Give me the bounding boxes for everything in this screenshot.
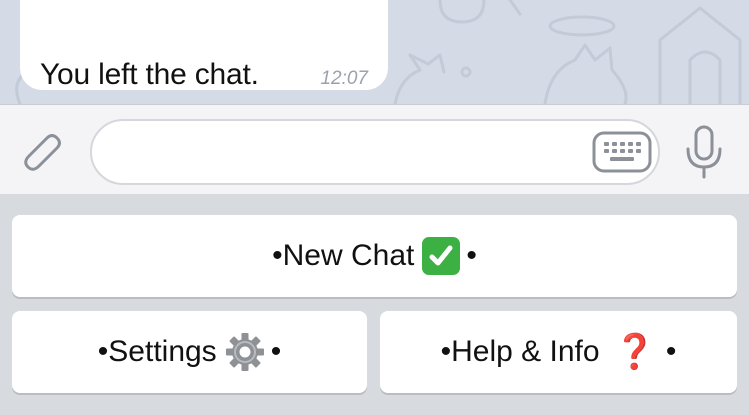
new-chat-suffix: • [466,239,477,272]
new-chat-button[interactable]: •New Chat • [12,215,737,297]
settings-suffix: • [270,335,282,368]
chat-screen: You left the chat. 12:07 •New Chat • •Se… [0,0,749,415]
settings-label: •Settings [97,335,217,368]
help-info-label: •Help & Info [440,335,600,368]
check-mark-button-icon [422,237,461,275]
message-list[interactable]: You left the chat. 12:07 [0,0,749,104]
gear-icon [225,333,264,371]
paperclip-icon[interactable] [20,129,66,175]
question-mark-icon: ❓ [613,333,656,371]
keyboard-icon[interactable] [592,131,652,173]
bot-reply-keyboard: •New Chat • •Settings • •Help & Info ❓ • [0,194,749,415]
composer-bar [0,104,749,194]
help-info-suffix: • [665,335,677,368]
microphone-icon[interactable] [684,125,724,179]
message-bubble[interactable]: You left the chat. 12:07 [20,0,388,91]
settings-button[interactable]: •Settings • [12,311,367,393]
new-chat-label: •New Chat [272,239,415,272]
message-input[interactable] [90,119,660,185]
message-time: 12:07 [320,68,368,89]
help-info-button[interactable]: •Help & Info ❓ • [380,311,737,393]
message-text: You left the chat. [40,58,259,91]
